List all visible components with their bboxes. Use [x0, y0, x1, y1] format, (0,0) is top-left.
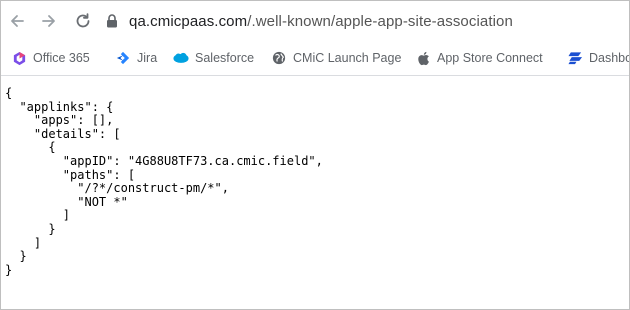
bookmark-label: Salesforce: [195, 51, 255, 65]
bookmark-label: App Store Connect: [437, 51, 543, 65]
bookmark-cmic-launch-page[interactable]: CMiC Launch Page: [271, 49, 401, 67]
address-bar[interactable]: qa.cmicpaas.com/.well-known/apple-app-si…: [105, 7, 629, 35]
url-path: /.well-known/apple-app-site-association: [247, 12, 513, 30]
bookmark-dashboard[interactable]: Dashbo: [567, 49, 629, 67]
url-text: qa.cmicpaas.com/.well-known/apple-app-si…: [129, 13, 513, 30]
salesforce-icon: [173, 50, 189, 66]
reload-icon: [76, 13, 90, 28]
bookmark-salesforce[interactable]: Salesforce: [173, 49, 254, 67]
apple-icon: [415, 50, 431, 66]
bookmark-label: Jira: [137, 51, 158, 65]
bookmark-label: Dashbo: [589, 51, 629, 65]
back-button[interactable]: [7, 11, 27, 31]
reload-button[interactable]: [73, 11, 93, 31]
bookmark-office365[interactable]: Office 365: [11, 49, 90, 67]
jira-icon: [115, 50, 131, 66]
office365-icon: [11, 50, 27, 66]
bookmark-label: Office 365: [33, 51, 90, 65]
bookmark-label: CMiC Launch Page: [293, 51, 402, 65]
lock-icon: [105, 14, 119, 28]
arrow-left-icon: [11, 15, 24, 27]
bookmark-jira[interactable]: Jira: [115, 49, 157, 67]
dashboard-icon: [567, 50, 583, 66]
globe-icon: [271, 50, 287, 66]
bookmark-app-store-connect[interactable]: App Store Connect: [415, 49, 543, 67]
page-content: { "applinks": { "apps": [], "details": […: [1, 76, 629, 309]
browser-window: qa.cmicpaas.com/.well-known/apple-app-si…: [0, 0, 630, 310]
bookmarks-bar: Office 365 Jira Salesforce CMiC Launch P…: [1, 41, 629, 76]
url-host: qa.cmicpaas.com: [129, 12, 248, 30]
json-document: { "applinks": { "apps": [], "details": […: [5, 86, 323, 277]
browser-toolbar: qa.cmicpaas.com/.well-known/apple-app-si…: [1, 1, 629, 41]
forward-button[interactable]: [39, 11, 59, 31]
arrow-right-icon: [42, 15, 55, 27]
